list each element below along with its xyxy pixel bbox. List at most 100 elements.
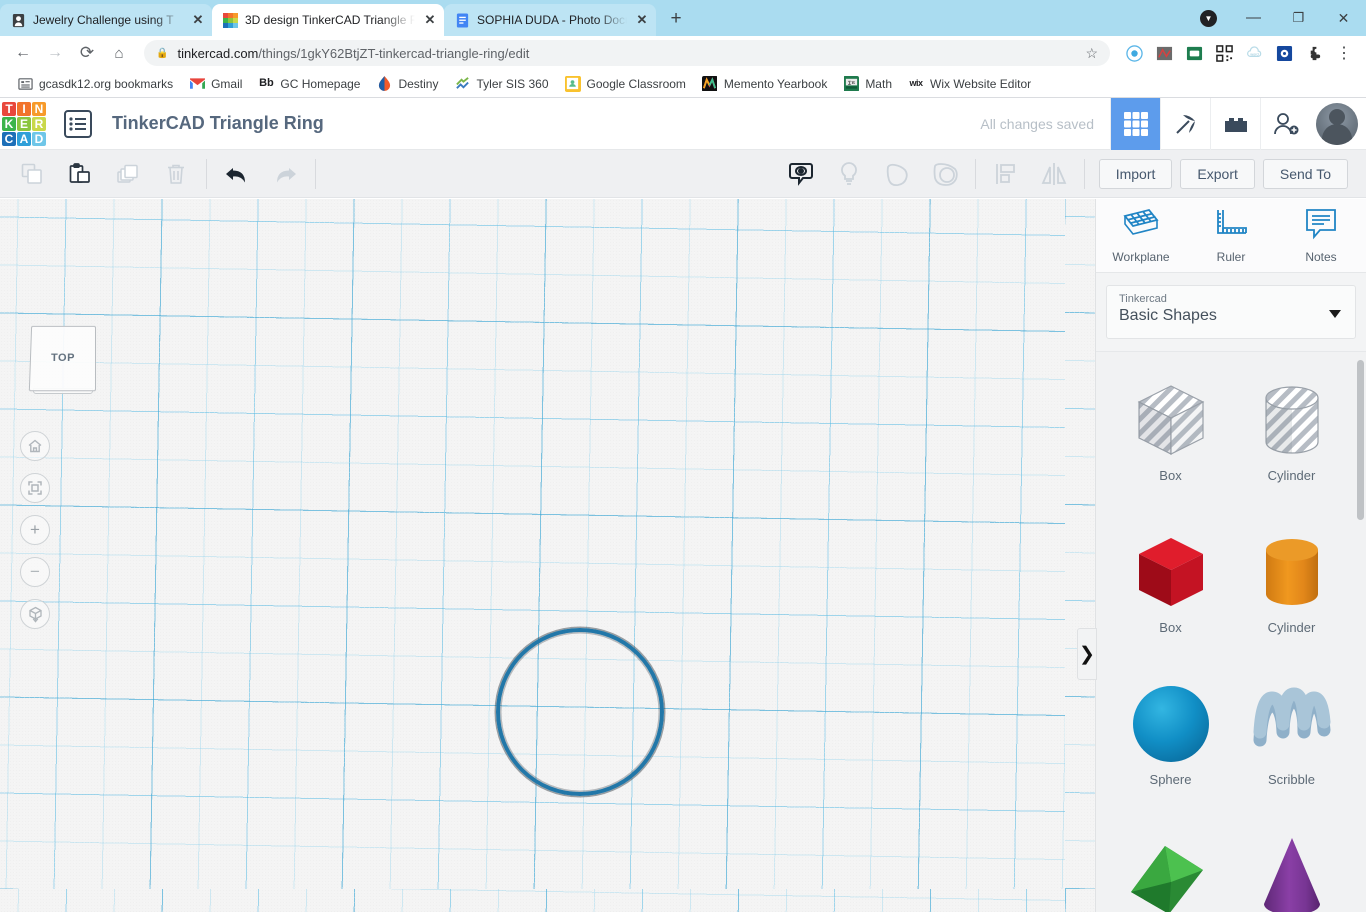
add-person-icon[interactable]	[1260, 97, 1310, 150]
group-icon[interactable]	[873, 152, 921, 196]
browser-tab-3[interactable]: SOPHIA DUDA - Photo Documen ✕	[444, 4, 656, 36]
pickaxe-icon[interactable]	[1160, 97, 1210, 150]
word-cloud-icon[interactable]: word	[1242, 41, 1266, 65]
shape-item-cylinder-solid[interactable]: Cylinder	[1231, 514, 1352, 666]
copy-icon[interactable]	[8, 152, 56, 196]
show-hide-icon[interactable]	[777, 152, 825, 196]
light-bulb-icon[interactable]	[825, 152, 873, 196]
shape-item-sphere[interactable]: Sphere	[1110, 666, 1231, 818]
bookmark-gc-homepage[interactable]: Bb GC Homepage	[251, 73, 367, 95]
shape-item-cylinder-hole[interactable]: Cylinder	[1231, 362, 1352, 514]
export-button[interactable]: Export	[1180, 158, 1255, 189]
bookmarks-bar: gcasdk12.org bookmarks Gmail Bb GC Homep…	[0, 70, 1366, 98]
mirror-icon[interactable]	[1030, 152, 1078, 196]
paste-icon[interactable]	[56, 152, 104, 196]
kebab-menu-icon[interactable]: ⋮	[1332, 41, 1356, 65]
minimize-icon[interactable]: —	[1231, 0, 1276, 36]
map-extension-icon[interactable]	[1152, 41, 1176, 65]
ungroup-icon[interactable]	[921, 152, 969, 196]
notes-tool[interactable]: Notes	[1284, 207, 1358, 264]
bookmark-label: Math	[865, 76, 892, 91]
scribble-icon	[1246, 678, 1338, 770]
shape-item-scribble[interactable]: Scribble	[1231, 666, 1352, 818]
maximize-icon[interactable]: ❐	[1276, 0, 1321, 36]
undo-icon[interactable]	[213, 152, 261, 196]
browser-tab-1[interactable]: Jewelry Challenge using T ✕	[0, 4, 212, 36]
close-icon[interactable]: ✕	[422, 12, 438, 28]
bookmark-gmail[interactable]: Gmail	[182, 73, 249, 95]
shape-library-select[interactable]: Tinkercad Basic Shapes	[1106, 285, 1356, 340]
bookmark-label: Memento Yearbook	[723, 76, 828, 91]
workplane-label: Workplane	[1112, 250, 1170, 264]
panel-collapse-toggle[interactable]: ❯	[1077, 628, 1097, 680]
shapes-scroll-area[interactable]: Box Cylinder Box Cylinder Sphere Scribbl…	[1096, 351, 1366, 912]
avatar[interactable]	[1316, 102, 1358, 145]
tinkercad-logo[interactable]: T I N K E R C A D	[2, 101, 46, 146]
logo-letter: I	[17, 101, 31, 116]
shape-label: Cylinder	[1267, 620, 1316, 636]
grammar-icon[interactable]	[1272, 41, 1296, 65]
close-icon[interactable]: ✕	[190, 12, 206, 28]
reload-icon[interactable]: ⟳	[72, 38, 102, 68]
grid-view-icon[interactable]	[1110, 97, 1160, 150]
home-view-icon[interactable]	[20, 431, 50, 461]
shape-item-cone[interactable]: Cone	[1231, 818, 1352, 912]
bookmark-math[interactable]: ∑π Math	[836, 73, 899, 95]
bookmark-google-classroom[interactable]: Google Classroom	[558, 73, 693, 95]
ruler-tool[interactable]: Ruler	[1194, 207, 1268, 264]
forward-icon[interactable]: →	[40, 38, 70, 68]
page-title[interactable]: TinkerCAD Triangle Ring	[112, 113, 324, 134]
bookmark-label: Wix Website Editor	[930, 76, 1032, 91]
redo-icon[interactable]	[261, 152, 309, 196]
import-button[interactable]: Import	[1098, 158, 1173, 189]
back-icon[interactable]: ←	[8, 38, 38, 68]
svg-text:∑π: ∑π	[848, 80, 855, 85]
profile-chevron-icon[interactable]: ▼	[1186, 0, 1231, 36]
bookmark-label: Destiny	[398, 76, 439, 91]
puzzle-piece-icon[interactable]	[1302, 41, 1326, 65]
tyler-sis-icon	[454, 76, 470, 92]
view-cube[interactable]: TOP	[28, 325, 97, 394]
address-bar[interactable]: 🔒 tinkercad.com/things/1gkY62BtjZT-tinke…	[144, 40, 1110, 66]
home-icon[interactable]: ⌂	[104, 38, 134, 68]
shape-item-wedge[interactable]: Wedge	[1110, 818, 1231, 912]
lock-icon: 🔒	[156, 47, 169, 59]
bookmark-destiny[interactable]: Destiny	[369, 73, 445, 95]
logo-letter: K	[2, 116, 16, 131]
record-icon[interactable]	[1122, 41, 1146, 65]
zoom-out-icon[interactable]: −	[20, 557, 50, 587]
bookmark-star-icon[interactable]: ☆	[1085, 45, 1098, 62]
browser-tab-2[interactable]: 3D design TinkerCAD Triangle Ri ✕	[212, 4, 444, 36]
shape-item-box-solid[interactable]: Box	[1110, 514, 1231, 666]
logo-letter: T	[2, 101, 16, 116]
panel-scrollbar[interactable]	[1357, 360, 1364, 521]
fit-to-view-icon[interactable]	[20, 473, 50, 503]
bookmark-gcasdk12[interactable]: gcasdk12.org bookmarks	[10, 73, 180, 95]
view-cube-face[interactable]: TOP	[28, 325, 97, 392]
align-icon[interactable]	[982, 152, 1030, 196]
close-window-icon[interactable]: ✕	[1321, 0, 1366, 36]
shape-label: Sphere	[1149, 772, 1192, 788]
logo-letter: N	[32, 101, 46, 116]
close-icon[interactable]: ✕	[634, 12, 650, 28]
delete-icon[interactable]	[152, 152, 200, 196]
note-extension-icon[interactable]	[1182, 41, 1206, 65]
tinkercad-icon	[222, 12, 238, 28]
logo-letter: R	[32, 116, 46, 131]
bookmark-wix[interactable]: wix Wix Website Editor	[901, 73, 1038, 95]
blocks-icon[interactable]	[1210, 97, 1260, 150]
workplane-tool[interactable]: Workplane	[1104, 207, 1178, 264]
zoom-in-icon[interactable]: +	[20, 515, 50, 545]
triangle-ring-shape[interactable]	[496, 628, 664, 796]
shape-item-box-hole[interactable]: Box	[1110, 362, 1231, 514]
bookmark-tyler-sis[interactable]: Tyler SIS 360	[447, 73, 555, 95]
orthographic-view-icon[interactable]	[20, 599, 50, 629]
send-to-button[interactable]: Send To	[1262, 158, 1348, 189]
project-list-icon[interactable]	[64, 109, 92, 138]
bookmark-memento-yearbook[interactable]: Memento Yearbook	[695, 73, 834, 95]
new-tab-button[interactable]: +	[662, 5, 690, 33]
duplicate-icon[interactable]	[104, 152, 152, 196]
bookmark-label: Gmail	[211, 76, 243, 91]
workplane-canvas[interactable]: TOP + −	[0, 199, 1095, 912]
qr-code-icon[interactable]	[1212, 41, 1236, 65]
